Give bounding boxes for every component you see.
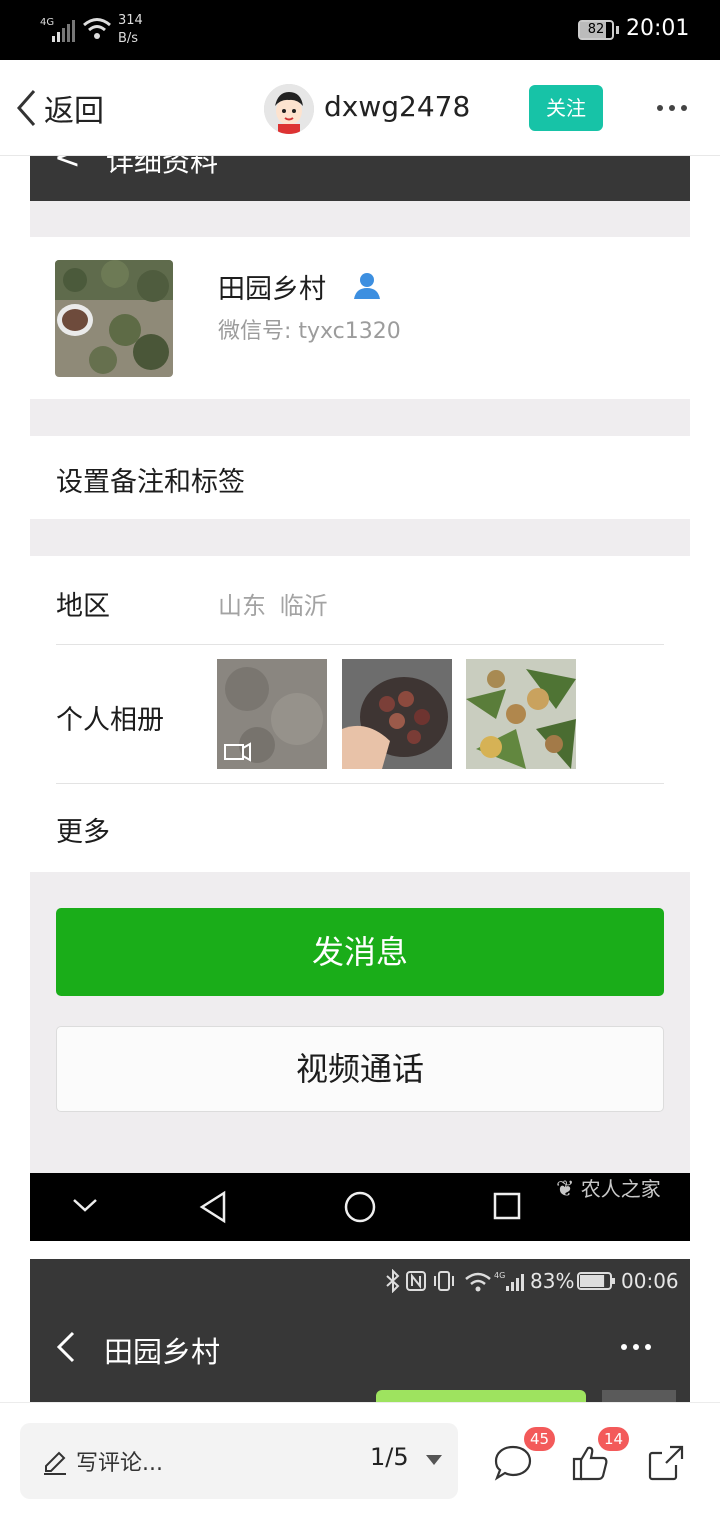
screenshot-chat-page[interactable]: 4G 83% 00:06 田园乡村 <box>30 1259 690 1402</box>
wifi-icon <box>83 18 111 39</box>
person-icon <box>352 271 382 301</box>
nav-home-icon[interactable] <box>342 1191 378 1227</box>
chat-photo-peek <box>602 1390 676 1402</box>
screenshot-chat-title: 田园乡村 <box>104 1335 221 1369</box>
region-label: 地区 <box>56 591 110 622</box>
screenshot-more-icon: ••• <box>620 156 679 169</box>
screenshot-back-icon: < <box>54 156 81 176</box>
profile-photo-image <box>55 260 173 377</box>
network-label: 4G <box>40 17 54 28</box>
avatar[interactable] <box>264 84 314 134</box>
network-speed-unit: B/s <box>118 31 139 46</box>
album-thumb-video[interactable] <box>217 659 327 769</box>
screenshot-topbar: < 详细资料 ••• <box>30 156 690 201</box>
cellular-signal-icon: 4G <box>40 17 75 42</box>
status-bar: 4G 314 B/s 82 20:01 <box>0 0 720 60</box>
nfc-icon <box>406 1271 426 1291</box>
screenshot-battery-percent: 83% <box>530 1269 575 1293</box>
nav-back-icon[interactable] <box>198 1189 228 1225</box>
screenshot-topbar-title: 详细资料 <box>106 156 219 178</box>
screenshot-status-time: 00:06 <box>621 1269 679 1293</box>
battery-icon <box>577 1272 615 1290</box>
chevron-down-icon[interactable] <box>70 1193 100 1217</box>
pencil-icon <box>44 1451 66 1475</box>
album-thumb-chestnut-tree[interactable] <box>466 659 576 769</box>
share-icon[interactable] <box>646 1443 686 1483</box>
battery-icon: 82 <box>578 20 614 40</box>
album-thumb-chestnut-tree-image <box>466 659 576 769</box>
album-thumb-chestnuts-image <box>342 659 452 769</box>
comment-icon[interactable] <box>493 1443 533 1483</box>
page-indicator[interactable]: 1/5 <box>370 1443 409 1471</box>
caret-down-icon[interactable] <box>426 1455 442 1465</box>
svg-text:4G: 4G <box>494 1271 505 1280</box>
battery-level: 82 <box>587 22 605 37</box>
remark-row[interactable]: 设置备注和标签 <box>30 436 690 519</box>
profile-photo <box>55 260 173 377</box>
status-time: 20:01 <box>626 16 690 41</box>
wifi-icon <box>465 1272 491 1292</box>
cartoon-avatar-icon <box>264 84 314 134</box>
more-dots-icon <box>657 105 687 111</box>
album-thumb-video-image <box>217 659 327 769</box>
info-card: 地区 山东 临沂 个人相册 更多 <box>30 556 690 872</box>
more-dots-icon <box>621 1344 651 1350</box>
back-label: 返回 <box>44 94 104 129</box>
like-count-badge: 14 <box>598 1427 630 1451</box>
username[interactable]: dxwg2478 <box>324 90 470 123</box>
cellular-signal-icon: 4G <box>494 1271 524 1291</box>
profile-name: 田园乡村 <box>218 274 326 305</box>
more-options-button[interactable] <box>652 90 692 126</box>
screenshot-profile-page[interactable]: < 详细资料 ••• 田园乡村 微信号: <box>30 156 690 1241</box>
vibrate-icon <box>434 1271 454 1291</box>
remark-label: 设置备注和标签 <box>56 467 245 498</box>
network-speed-value: 314 <box>118 13 143 28</box>
network-speed: 314 B/s <box>118 12 143 48</box>
chevron-left-icon <box>56 1331 75 1363</box>
watermark-text: 农人之家 <box>580 1177 661 1201</box>
album-thumb-chestnuts[interactable] <box>342 659 452 769</box>
nav-recents-icon[interactable] <box>492 1191 522 1223</box>
comment-input[interactable]: 写评论... 1/5 <box>20 1423 458 1499</box>
battery-tip <box>616 26 619 34</box>
album-label: 个人相册 <box>56 705 164 736</box>
more-label: 更多 <box>56 817 110 848</box>
bluetooth-icon <box>386 1269 400 1293</box>
wechat-id: 微信号: tyxc1320 <box>218 319 401 344</box>
chat-bubble-peek <box>376 1390 586 1402</box>
comment-placeholder: 写评论... <box>76 1451 163 1476</box>
watermark: ❦ 农人之家 <box>556 1173 661 1202</box>
screenshot-status-bar: 4G 83% 00:06 <box>30 1259 690 1305</box>
follow-button[interactable]: 关注 <box>529 85 603 131</box>
back-button[interactable]: 返回 <box>14 82 104 134</box>
divider <box>56 644 664 645</box>
divider <box>56 783 664 784</box>
leaf-logo-icon: ❦ <box>556 1177 575 1202</box>
chevron-left-icon <box>16 90 36 126</box>
comment-count-badge: 45 <box>524 1427 556 1451</box>
android-nav-bar: ❦ 农人之家 <box>30 1173 690 1241</box>
profile-card: 田园乡村 微信号: tyxc1320 <box>30 237 690 399</box>
video-call-button[interactable]: 视频通话 <box>56 1026 664 1112</box>
app-header: 返回 dxwg2478 关注 <box>0 60 720 156</box>
send-message-button[interactable]: 发消息 <box>56 908 664 996</box>
bottom-action-bar: 写评论... 1/5 45 14 <box>0 1402 720 1520</box>
region-value: 山东 临沂 <box>218 592 328 620</box>
